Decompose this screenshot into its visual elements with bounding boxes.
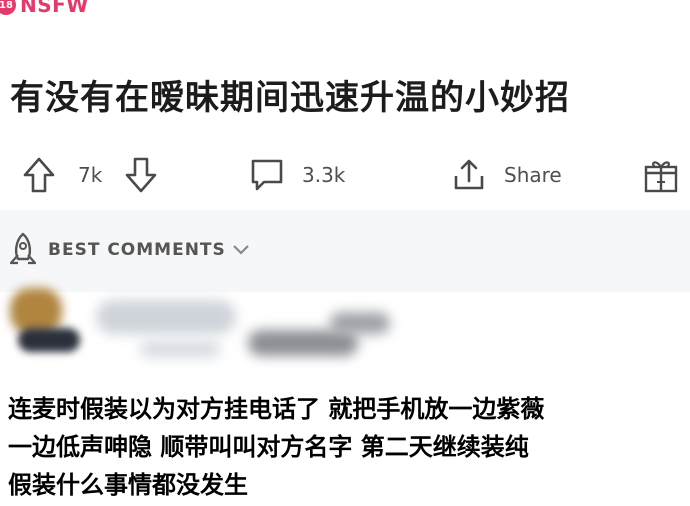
comment-count: 3.3k xyxy=(302,163,346,187)
comment-bubble-icon xyxy=(248,156,286,194)
gift-icon xyxy=(642,155,680,195)
caption-text: 连麦时假装以为对方挂电话了 就把手机放一边紫薇 一边低声呻隐 顺带叫叫对方名字 … xyxy=(8,390,688,504)
caption-line: 假装什么事情都没发生 xyxy=(8,471,248,499)
post-action-bar: 7k 3.3k Share xyxy=(0,150,690,200)
sort-label: BEST COMMENTS xyxy=(48,240,226,260)
nsfw-icon: 18 xyxy=(0,0,16,15)
nsfw-label: NSFW xyxy=(20,0,89,17)
vote-count: 7k xyxy=(78,163,103,187)
share-icon xyxy=(450,156,488,194)
caption-line: 连麦时假装以为对方挂电话了 就把手机放一边紫薇 xyxy=(8,395,545,423)
chevron-down-icon xyxy=(232,241,250,260)
nsfw-badge: 18 NSFW xyxy=(0,0,89,17)
upvote-button[interactable] xyxy=(22,150,56,200)
comment-sort-selector[interactable]: BEST COMMENTS xyxy=(6,230,250,270)
downvote-button[interactable] xyxy=(124,150,158,200)
share-label: Share xyxy=(504,163,562,187)
rocket-icon xyxy=(6,231,40,269)
arrow-down-icon xyxy=(124,156,158,194)
comments-button[interactable]: 3.3k xyxy=(248,150,345,200)
share-button[interactable]: Share xyxy=(450,150,562,200)
caption-line: 一边低声呻隐 顺带叫叫对方名字 第二天继续装纯 xyxy=(8,433,529,461)
award-button[interactable] xyxy=(642,150,680,200)
arrow-up-icon xyxy=(22,156,56,194)
avatar xyxy=(4,282,84,372)
post-title: 有没有在暧昧期间迅速升温的小妙招 xyxy=(10,78,570,118)
